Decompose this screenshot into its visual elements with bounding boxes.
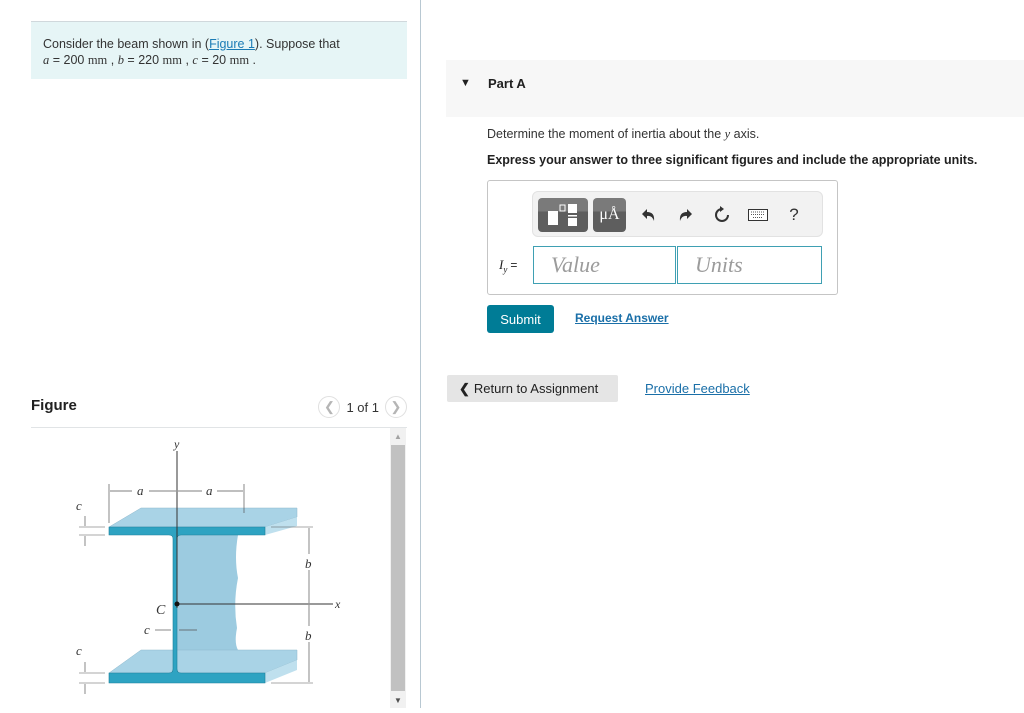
y-axis-label: y	[173, 437, 180, 451]
question-suffix: axis.	[730, 127, 760, 141]
request-answer-link[interactable]: Request Answer	[575, 311, 669, 325]
column-divider	[420, 0, 421, 708]
figure-title: Figure	[31, 397, 77, 414]
return-to-assignment-button[interactable]: ❮ Return to Assignment	[447, 375, 618, 402]
help-button[interactable]: ?	[783, 204, 805, 226]
figure-link[interactable]: Figure 1	[209, 37, 255, 51]
value-a: = 200	[49, 53, 88, 67]
figure-pager: ❮ 1 of 1 ❯	[318, 396, 407, 418]
question-prefix: Determine the moment of inertia about th…	[487, 127, 725, 141]
redo-icon[interactable]	[674, 204, 696, 226]
x-axis-label: x	[334, 597, 341, 611]
separator: ,	[107, 53, 118, 67]
answer-box: μÅ ? Iy =	[487, 180, 838, 295]
math-toolbar: μÅ ?	[532, 191, 823, 237]
return-label: Return to Assignment	[473, 380, 599, 396]
reset-icon[interactable]	[711, 204, 733, 226]
chevron-right-icon[interactable]: ❯	[385, 396, 407, 418]
answer-label-sub: y	[503, 264, 508, 275]
keyboard-icon[interactable]	[747, 204, 769, 226]
answer-label: Iy =	[499, 257, 517, 275]
given-values: a = 200 mm , b = 220 mm , c = 20 mm .	[43, 52, 395, 68]
units-button[interactable]: μÅ	[593, 198, 626, 232]
dim-b-label-upper: b	[305, 556, 312, 571]
page-count: 1 of 1	[346, 399, 379, 415]
submit-button[interactable]: Submit	[487, 305, 554, 333]
intro-text-suffix: ). Suppose that	[254, 37, 340, 51]
dim-a-label-right: a	[206, 483, 213, 498]
value-input[interactable]	[533, 246, 676, 284]
bottom-flange-top	[108, 649, 298, 674]
unit-a: mm	[87, 53, 108, 67]
chevron-left-icon: ❮	[459, 380, 470, 396]
value-c: = 20	[197, 53, 230, 67]
templates-button[interactable]	[538, 198, 588, 232]
unit-b: mm	[162, 53, 182, 67]
unit-c: mm	[229, 53, 250, 67]
dim-c-label-bottom: c	[76, 643, 82, 658]
dim-c-label-top: c	[76, 498, 82, 513]
answer-label-eq: =	[510, 258, 518, 272]
problem-statement: Consider the beam shown in (Figure 1). S…	[31, 21, 407, 79]
chevron-left-icon[interactable]: ❮	[318, 396, 341, 418]
units-input[interactable]	[677, 246, 822, 284]
caret-down-icon[interactable]: ▼	[460, 77, 471, 89]
web-side-face	[177, 535, 238, 650]
i-beam-diagram: y x C a a b b c c c	[76, 437, 341, 694]
figure-image: y x C a a b b c c c	[31, 428, 391, 708]
part-a-header[interactable]: ▼ Part A	[446, 60, 1024, 117]
scroll-up-arrow-icon[interactable]: ▲	[390, 428, 406, 444]
separator: .	[249, 53, 256, 67]
templates-icon	[548, 204, 577, 226]
figure-scrollbar[interactable]: ▲ ▼	[390, 428, 406, 708]
centroid-label: C	[156, 603, 166, 618]
separator: ,	[181, 53, 193, 67]
figure-header: Figure ❮ 1 of 1 ❯	[31, 393, 407, 428]
intro-line: Consider the beam shown in (Figure 1). S…	[43, 36, 395, 52]
top-flange-top	[108, 507, 298, 528]
undo-icon[interactable]	[638, 204, 660, 226]
dim-b-label-lower: b	[305, 628, 312, 643]
scroll-thumb[interactable]	[391, 445, 405, 691]
intro-text: Consider the beam shown in (	[43, 37, 210, 51]
dim-c-label-web: c	[144, 622, 150, 637]
scroll-down-arrow-icon[interactable]: ▼	[390, 692, 406, 708]
dim-a-label-left: a	[137, 483, 144, 498]
left-column: Consider the beam shown in (Figure 1). S…	[0, 0, 420, 708]
instruction-text: Express your answer to three significant…	[487, 153, 978, 167]
value-b: = 220	[123, 53, 163, 67]
provide-feedback-link[interactable]: Provide Feedback	[645, 381, 750, 396]
centroid-point	[174, 601, 180, 607]
question-text: Determine the moment of inertia about th…	[487, 127, 759, 142]
part-title: Part A	[488, 76, 526, 91]
